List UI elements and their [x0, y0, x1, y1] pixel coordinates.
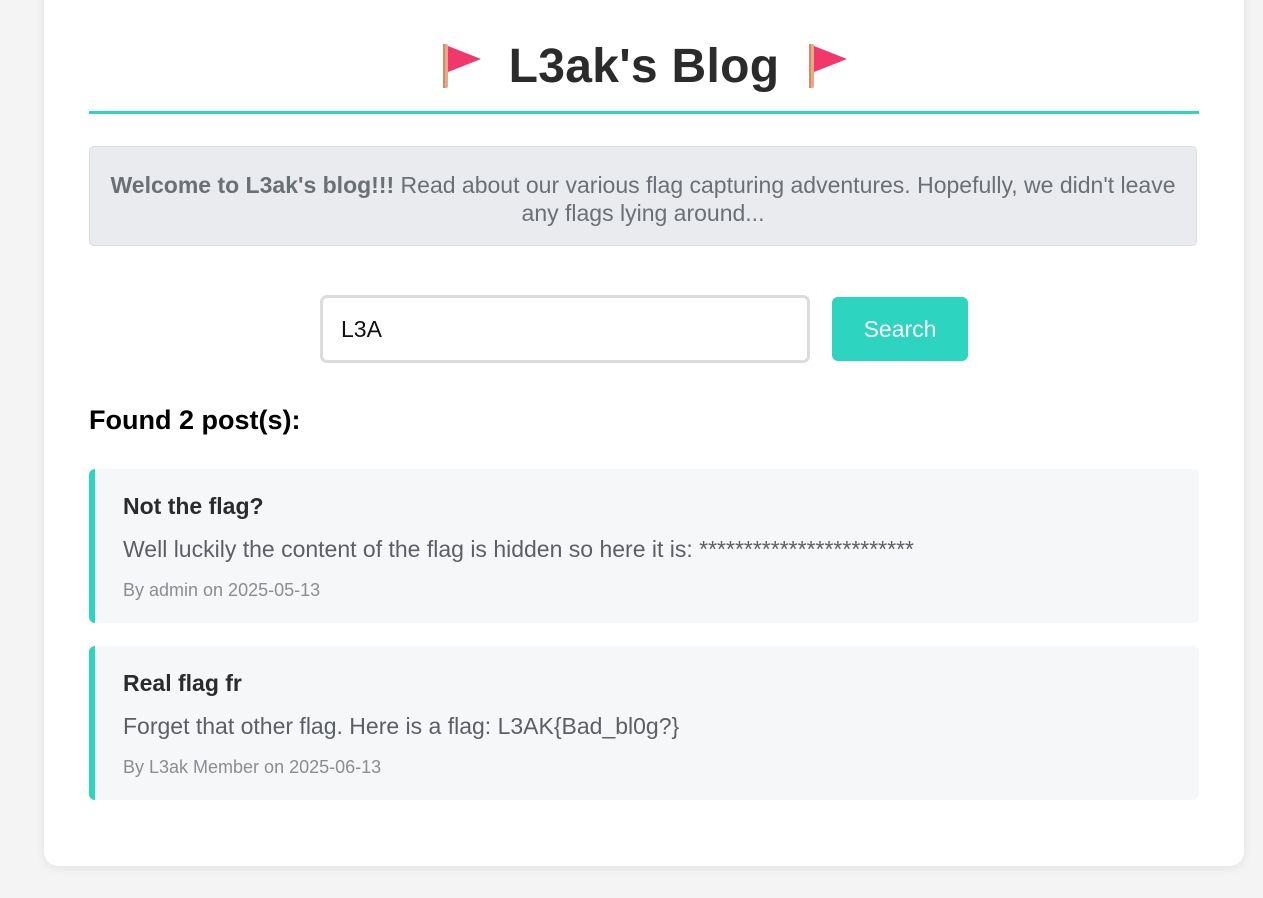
search-button[interactable]: Search: [832, 297, 968, 361]
page-title: L3ak's Blog: [508, 39, 780, 93]
post-title: Real flag fr: [123, 670, 242, 696]
welcome-text: Read about our various flag capturing ad…: [394, 172, 1176, 226]
post-content: Well luckily the content of the flag is …: [123, 536, 914, 562]
page-header: L3ak's Blog: [89, 30, 1199, 114]
post-card: Real flag fr Forget that other flag. Her…: [89, 646, 1199, 800]
post-content: Forget that other flag. Here is a flag: …: [123, 713, 680, 739]
post-title: Not the flag?: [123, 493, 264, 519]
results-heading: Found 2 post(s):: [89, 405, 301, 435]
welcome-bold: Welcome to L3ak's blog!!!: [110, 172, 395, 198]
post-meta: By admin on 2025-05-13: [123, 580, 321, 600]
triangular-flag-icon: [805, 42, 849, 90]
title-row: L3ak's Blog: [439, 30, 850, 102]
triangular-flag-icon: [439, 42, 483, 90]
post-meta: By L3ak Member on 2025-06-13: [123, 757, 382, 777]
welcome-banner: Welcome to L3ak's blog!!! Read about our…: [89, 146, 1197, 246]
search-input[interactable]: [320, 295, 810, 363]
post-card: Not the flag? Well luckily the content o…: [89, 469, 1199, 623]
